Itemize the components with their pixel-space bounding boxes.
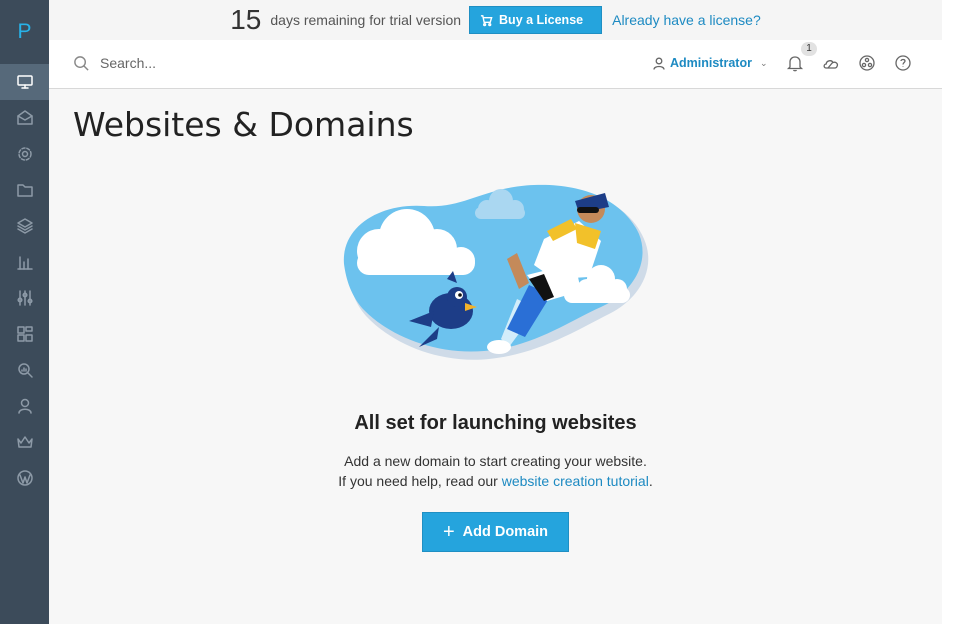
buy-license-label: Buy a License	[499, 13, 584, 27]
user-icon	[17, 398, 32, 414]
buy-license-button[interactable]: Buy a License	[469, 6, 603, 34]
cloud-button[interactable]	[822, 54, 842, 74]
trial-days-count: 15	[230, 4, 262, 35]
sidebar-item-databases[interactable]	[0, 208, 49, 244]
page-title: Websites & Domains	[73, 105, 414, 144]
app-logo[interactable]: P	[0, 0, 49, 64]
wordpress-icon	[16, 470, 33, 486]
search-icon	[74, 55, 89, 71]
user-icon	[653, 57, 665, 70]
bell-icon	[786, 56, 804, 72]
folder-icon	[16, 184, 33, 197]
crown-icon	[16, 436, 33, 448]
search-input[interactable]	[98, 54, 402, 72]
trial-text: days remaining for trial version	[270, 12, 462, 28]
notifications-button[interactable]	[786, 54, 806, 74]
sidebar-item-extensions[interactable]	[0, 316, 49, 352]
top-header: Administrator ⌄ 1	[49, 40, 942, 89]
sidebar-item-file-manager[interactable]	[0, 172, 49, 208]
sidebar-item-account[interactable]	[0, 424, 49, 460]
empty-state-description: Add a new domain to start creating your …	[344, 453, 647, 469]
help-button[interactable]	[894, 54, 914, 74]
launch-illustration	[343, 184, 649, 360]
scrollbar-gutter	[942, 0, 959, 624]
sidebar-item-seo-toolkit[interactable]	[0, 352, 49, 388]
sliders-icon	[16, 290, 33, 306]
empty-state-title: All set for launching websites	[354, 412, 637, 434]
community-button[interactable]	[858, 54, 878, 74]
chevron-down-icon: ⌄	[759, 57, 768, 68]
help-text-prefix: If you need help, read our	[338, 473, 502, 489]
search-box	[73, 54, 402, 72]
sidebar-item-applications[interactable]	[0, 136, 49, 172]
community-icon	[859, 55, 875, 71]
mail-icon	[16, 110, 33, 125]
layers-icon	[16, 218, 33, 234]
blocks-icon	[16, 326, 33, 342]
help-icon	[895, 55, 911, 71]
user-menu[interactable]: Administrator ⌄	[653, 56, 768, 70]
monitor-icon	[16, 75, 33, 89]
sidebar-item-users[interactable]	[0, 388, 49, 424]
bar-chart-icon	[16, 256, 33, 270]
main-content: Websites & Domains All set for launching…	[49, 89, 942, 624]
empty-state-help: If you need help, read our website creat…	[49, 473, 942, 489]
user-name: Administrator	[670, 56, 752, 70]
cart-icon	[480, 14, 493, 26]
already-have-license-link[interactable]: Already have a license?	[612, 12, 761, 28]
gear-icon	[17, 147, 32, 161]
cloud-icon	[823, 60, 839, 69]
sidebar-item-tools-settings[interactable]	[0, 280, 49, 316]
add-domain-button[interactable]: + Add Domain	[422, 512, 569, 552]
search-zoom-icon	[17, 363, 33, 378]
sidebar-item-mail[interactable]	[0, 100, 49, 136]
help-text-suffix: .	[648, 473, 653, 489]
sidebar-item-websites-domains[interactable]	[0, 64, 49, 100]
plus-icon: +	[442, 521, 455, 543]
trial-banner: 15 days remaining for trial version Buy …	[49, 0, 942, 40]
website-creation-tutorial-link[interactable]: website creation tutorial	[502, 473, 649, 489]
add-domain-label: Add Domain	[462, 524, 549, 540]
sidebar-item-wordpress[interactable]	[0, 460, 49, 496]
sidebar-item-statistics[interactable]	[0, 244, 49, 280]
sidebar: P	[0, 0, 49, 624]
